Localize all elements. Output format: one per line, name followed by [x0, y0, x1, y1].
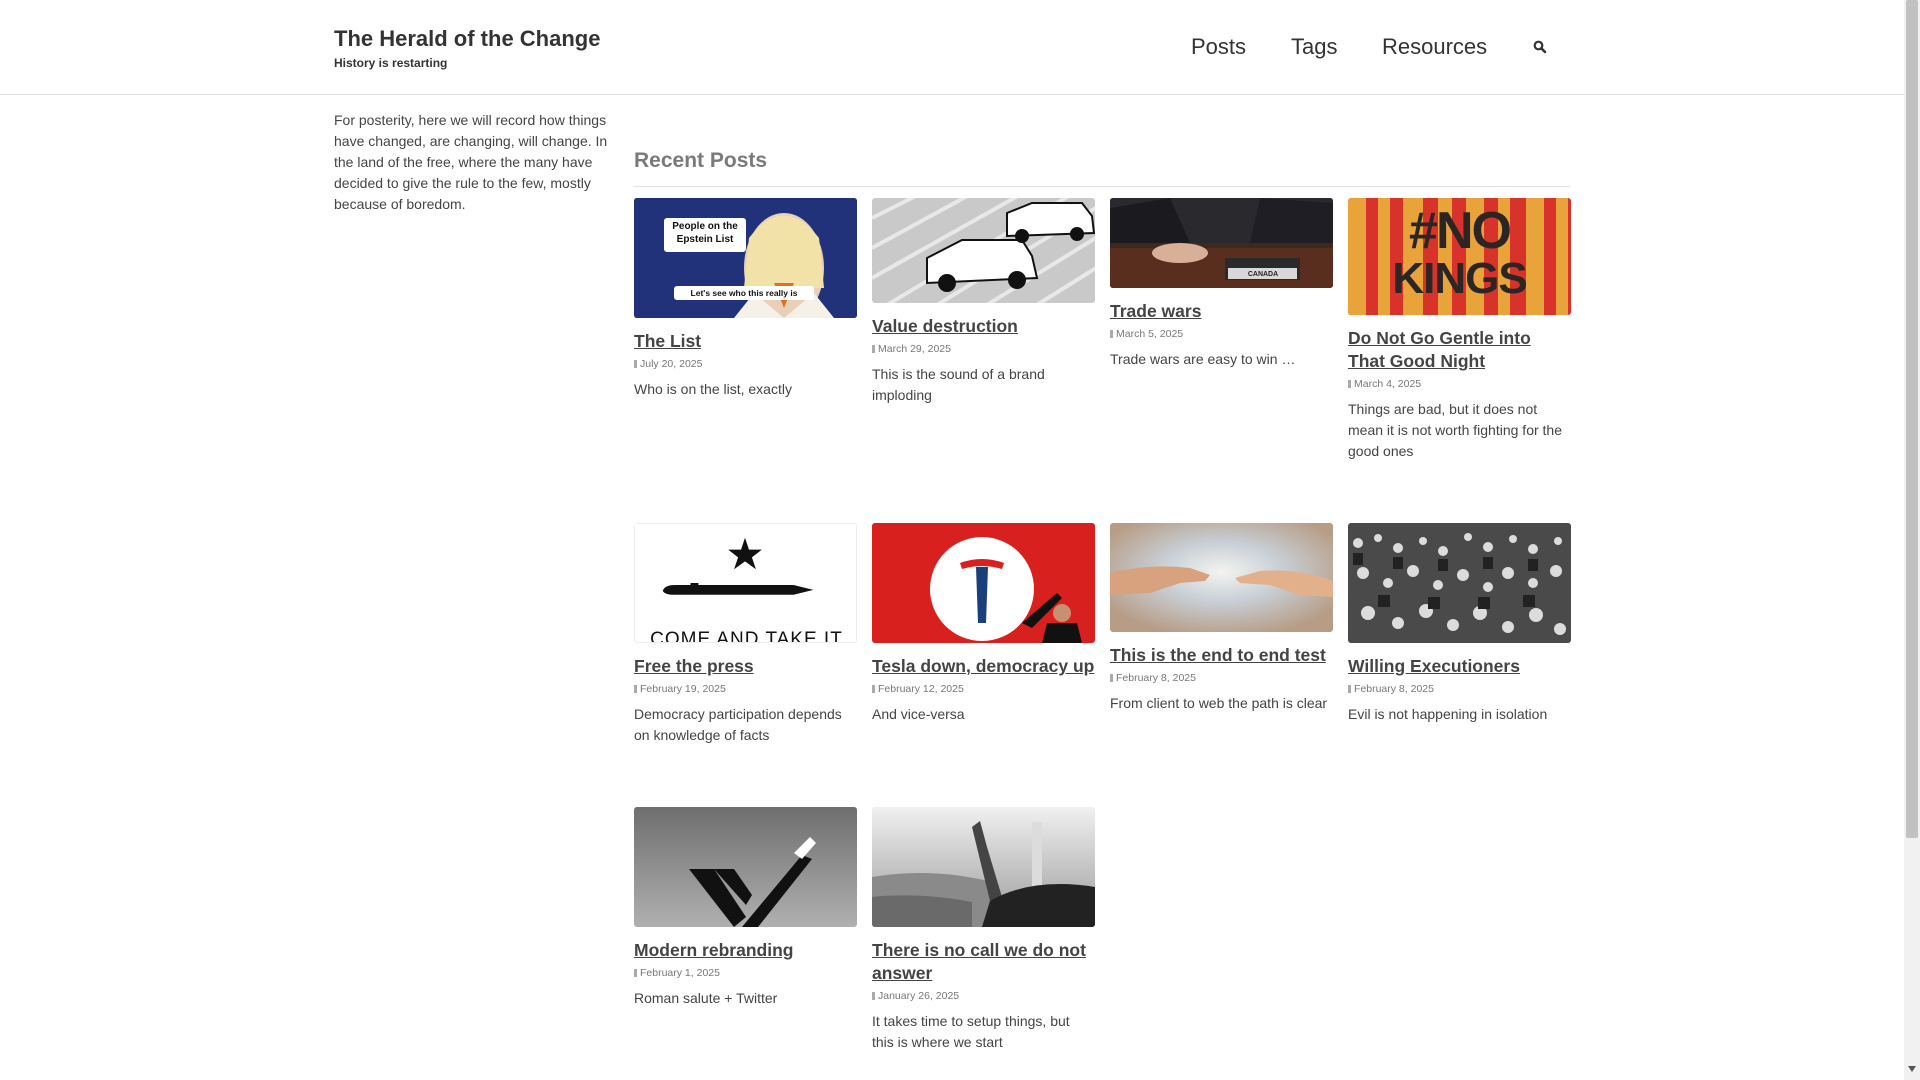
section-divider — [634, 186, 1570, 187]
scroll-down-arrow-icon[interactable] — [1908, 1066, 1916, 1072]
search-icon[interactable] — [1533, 40, 1547, 54]
post-excerpt: This is the sound of a brand imploding — [872, 366, 1045, 403]
post-thumbnail[interactable] — [872, 807, 1095, 927]
calendar-icon — [634, 969, 637, 977]
calendar-icon — [634, 685, 637, 693]
calendar-icon — [872, 685, 875, 693]
post-date: March 29, 2025 — [872, 342, 1095, 356]
post-title[interactable]: Willing Executioners — [1348, 655, 1571, 678]
post-excerpt: And vice-versa — [872, 706, 965, 722]
post-card: Value destruction March 29, 2025 This is… — [872, 198, 1095, 406]
post-thumbnail[interactable] — [634, 807, 857, 927]
nav-posts[interactable]: Posts — [1191, 34, 1246, 60]
nav-tags[interactable]: Tags — [1291, 34, 1337, 60]
post-thumbnail[interactable]: CANADA — [1110, 198, 1333, 288]
thumbnail-text-1: #NO — [1409, 202, 1512, 260]
post-excerpt: Democracy participation depends on knowl… — [634, 706, 842, 743]
post-card: COME AND TAKE IT Free the press February… — [634, 523, 857, 746]
post-card: People on the Epstein List Let's see who… — [634, 198, 857, 400]
post-title[interactable]: This is the end to end test — [1110, 644, 1333, 667]
post-excerpt: It takes time to setup things, but this … — [872, 1013, 1070, 1050]
nav-resources[interactable]: Resources — [1382, 34, 1487, 60]
post-title[interactable]: Value destruction — [872, 315, 1095, 338]
post-title[interactable]: The List — [634, 330, 857, 353]
post-thumbnail[interactable] — [1348, 523, 1571, 643]
post-title[interactable]: Do Not Go Gentle into That Good Night — [1348, 327, 1571, 373]
calendar-icon — [1110, 674, 1113, 682]
post-thumbnail[interactable] — [872, 198, 1095, 303]
post-excerpt: Evil is not happening in isolation — [1348, 706, 1548, 722]
calendar-icon — [1348, 380, 1351, 388]
post-thumbnail[interactable]: People on the Epstein List Let's see who… — [634, 198, 857, 318]
post-excerpt: Who is on the list, exactly — [634, 381, 792, 397]
post-thumbnail[interactable] — [1110, 523, 1333, 632]
post-date: January 26, 2025 — [872, 989, 1095, 1003]
post-date: February 8, 2025 — [1110, 671, 1333, 685]
post-thumbnail[interactable]: COME AND TAKE IT — [634, 523, 857, 643]
post-date: February 8, 2025 — [1348, 682, 1571, 696]
sidebar-intro: For posterity, here we will record how t… — [334, 112, 608, 212]
post-excerpt: From client to web the path is clear — [1110, 695, 1328, 711]
post-title[interactable]: Modern rebranding — [634, 939, 857, 962]
post-card: #NO KINGS Do Not Go Gentle into That Goo… — [1348, 198, 1571, 462]
calendar-icon — [872, 992, 875, 1000]
post-card: Tesla down, democracy up February 12, 20… — [872, 523, 1095, 725]
post-title[interactable]: Tesla down, democracy up — [872, 655, 1095, 678]
post-date: March 5, 2025 — [1110, 327, 1333, 341]
post-excerpt: Roman salute + Twitter — [634, 990, 778, 1006]
post-excerpt: Trade wars are easy to win … — [1110, 351, 1296, 367]
site-header: The Herald of the Change History is rest… — [0, 0, 1904, 95]
calendar-icon — [872, 345, 875, 353]
thumbnail-text-2: KINGS — [1392, 254, 1527, 303]
scrollbar-thumb[interactable] — [1906, 0, 1918, 838]
post-title[interactable]: There is no call we do not answer — [872, 939, 1095, 985]
calendar-icon — [634, 360, 637, 368]
post-date: February 12, 2025 — [872, 682, 1095, 696]
post-card: CANADA Trade wars March 5, 2025 Trade wa… — [1110, 198, 1333, 370]
post-date: February 1, 2025 — [634, 966, 857, 980]
post-date: July 20, 2025 — [634, 357, 857, 371]
post-thumbnail[interactable] — [872, 523, 1095, 643]
calendar-icon — [1348, 685, 1351, 693]
thumbnail-caption: CANADA — [1247, 271, 1279, 278]
site-title[interactable]: The Herald of the Change — [334, 26, 600, 52]
site-tagline: History is restarting — [334, 56, 448, 70]
calendar-icon — [1110, 330, 1113, 338]
post-date: March 4, 2025 — [1348, 377, 1571, 391]
post-excerpt: Things are bad, but it does not mean it … — [1348, 401, 1562, 459]
post-title[interactable]: Trade wars — [1110, 300, 1333, 323]
post-title[interactable]: Free the press — [634, 655, 857, 678]
post-thumbnail[interactable]: #NO KINGS — [1348, 198, 1571, 315]
post-card: This is the end to end test February 8, … — [1110, 523, 1333, 714]
section-title: Recent Posts — [634, 149, 768, 172]
thumbnail-caption-bottom: Let's see who this really is — [690, 288, 798, 298]
page-scrollbar[interactable] — [1904, 0, 1920, 1080]
post-date: February 19, 2025 — [634, 682, 857, 696]
thumbnail-caption-top: People on the Epstein List — [672, 221, 738, 245]
post-card: Modern rebranding February 1, 2025 Roman… — [634, 807, 857, 1009]
post-card: Willing Executioners February 8, 2025 Ev… — [1348, 523, 1571, 725]
post-card: There is no call we do not answer Januar… — [872, 807, 1095, 1053]
thumbnail-caption: COME AND TAKE IT — [650, 629, 843, 643]
